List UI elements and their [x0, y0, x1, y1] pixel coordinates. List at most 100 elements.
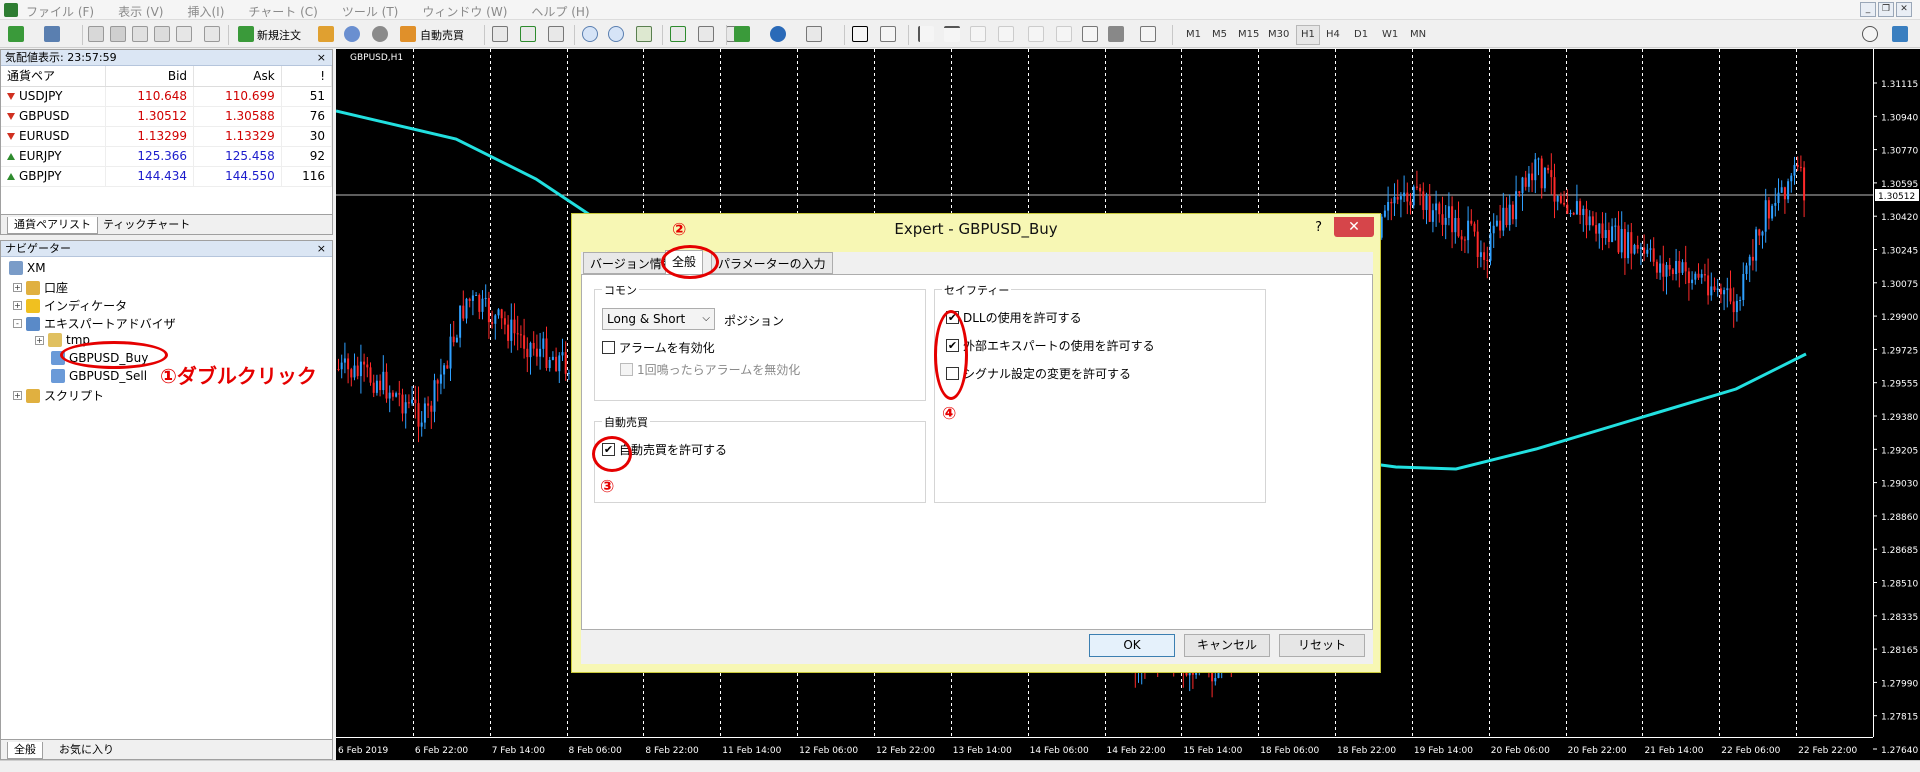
bearish-candle — [1415, 186, 1418, 188]
tab-symbols[interactable]: 通貨ペアリスト — [7, 217, 98, 234]
tab-favorites[interactable]: お気に入り — [53, 742, 120, 758]
dialog-close-button[interactable]: ✕ — [1334, 217, 1374, 237]
new-order-button[interactable]: 新規注文 — [257, 27, 301, 43]
bearish-candle — [417, 403, 420, 427]
nav-expert-sell[interactable]: GBPUSD_Sell — [51, 369, 147, 383]
tab-tick-chart[interactable]: ティックチャート — [97, 217, 196, 233]
fibonacci-icon[interactable] — [1028, 26, 1044, 42]
menu-window[interactable]: ウィンドウ (W) — [422, 3, 507, 20]
menu-file[interactable]: ファイル (F) — [26, 3, 94, 20]
navigator-icon[interactable] — [154, 26, 170, 42]
help-button[interactable]: ? — [1315, 220, 1322, 235]
col-ask[interactable]: Ask — [193, 66, 282, 87]
nav-accounts[interactable]: + 口座 — [13, 279, 68, 296]
menu-chart[interactable]: チャート (C) — [248, 3, 317, 20]
timeframe-m5[interactable]: M5 — [1208, 25, 1231, 45]
periodicity-icon[interactable] — [770, 26, 786, 42]
menu-view[interactable]: 表示 (V) — [118, 3, 163, 20]
reset-button[interactable]: リセット — [1279, 634, 1365, 657]
close-icon[interactable]: × — [317, 241, 326, 257]
allow-signal-settings-checkbox[interactable]: シグナル設定の変更を許可する — [946, 365, 1131, 382]
search-icon[interactable] — [1862, 26, 1878, 42]
new-order-icon[interactable] — [238, 26, 254, 42]
zoom-out-icon[interactable] — [608, 26, 624, 42]
cursor-icon[interactable] — [852, 26, 868, 42]
market-watch-row[interactable]: GBPUSD 1.30512 1.30588 76 — [1, 106, 333, 127]
alarm-enable-checkbox[interactable]: アラームを有効化 — [602, 339, 715, 356]
timeframe-d1[interactable]: D1 — [1350, 25, 1372, 45]
bar-chart-icon[interactable] — [492, 26, 508, 42]
tab-parameters[interactable]: パラメーターの入力 — [711, 252, 833, 274]
trendline-icon[interactable] — [970, 26, 986, 42]
col-spread[interactable]: ! — [281, 66, 333, 87]
chat-icon[interactable] — [1892, 26, 1908, 42]
community-icon[interactable] — [372, 26, 388, 42]
candlestick-icon[interactable] — [520, 26, 536, 42]
market-watch-row[interactable]: GBPJPY 144.434 144.550 116 — [1, 166, 333, 187]
timeframe-m30[interactable]: M30 — [1264, 25, 1293, 45]
tab-common[interactable]: 全般 — [7, 742, 43, 759]
templates-icon[interactable] — [806, 26, 822, 42]
line-chart-icon[interactable] — [548, 26, 564, 42]
text-icon[interactable] — [1056, 26, 1072, 42]
timeframe-w1[interactable]: W1 — [1378, 25, 1402, 45]
cancel-button[interactable]: キャンセル — [1184, 634, 1270, 657]
timeframe-m15[interactable]: M15 — [1234, 25, 1263, 45]
market-watch-row[interactable]: EURJPY 125.366 125.458 92 — [1, 146, 333, 167]
position-select[interactable]: Long & Short ⌵ — [602, 308, 715, 330]
expand-icon[interactable]: + — [35, 335, 44, 345]
bullish-candle — [1723, 290, 1726, 295]
tile-windows-icon[interactable] — [636, 26, 652, 42]
data-window-icon[interactable] — [110, 26, 126, 42]
new-chart-icon[interactable] — [8, 26, 24, 42]
rectangle-icon[interactable] — [1108, 26, 1124, 42]
close-window-button[interactable]: ✕ — [1896, 2, 1912, 17]
nav-indicators[interactable]: + インディケータ — [13, 297, 127, 314]
menu-help[interactable]: ヘルプ (H) — [531, 3, 589, 20]
timeframe-m1[interactable]: M1 — [1182, 25, 1205, 45]
signals-icon[interactable] — [344, 26, 360, 42]
expand-icon[interactable]: + — [13, 391, 22, 400]
profiles-icon[interactable] — [44, 26, 60, 42]
indicators-list-icon[interactable] — [734, 26, 750, 42]
cell-ask: 125.458 — [193, 146, 282, 167]
market-watch-icon[interactable] — [88, 26, 104, 42]
tester-icon[interactable] — [204, 26, 220, 42]
allow-external-experts-checkbox[interactable]: ✔ 外部エキスパートの使用を許可する — [946, 337, 1155, 354]
timeframe-h4[interactable]: H4 — [1322, 25, 1344, 45]
metaeditor-icon[interactable] — [318, 26, 334, 42]
allow-dll-checkbox[interactable]: ✔ DLLの使用を許可する — [946, 309, 1082, 326]
nav-root[interactable]: XM — [9, 261, 46, 275]
nav-experts[interactable]: - エキスパートアドバイザ — [13, 315, 176, 332]
restore-button[interactable]: ❐ — [1878, 2, 1894, 17]
market-watch-row[interactable]: USDJPY 110.648 110.699 51 — [1, 86, 333, 107]
ok-button[interactable]: OK — [1089, 634, 1175, 657]
bearish-candle — [1476, 231, 1479, 257]
col-bid[interactable]: Bid — [105, 66, 195, 87]
timeframe-mn[interactable]: MN — [1406, 25, 1430, 45]
crosshair-icon[interactable] — [132, 26, 148, 42]
crosshair-tool-icon[interactable] — [880, 26, 896, 42]
horizontal-line-icon[interactable] — [944, 26, 960, 42]
auto-trade-icon[interactable] — [400, 26, 416, 42]
autoscroll-icon[interactable] — [698, 26, 714, 42]
arrows-icon[interactable] — [1140, 26, 1156, 42]
timeframe-h1[interactable]: H1 — [1296, 25, 1320, 45]
expand-icon[interactable]: + — [13, 283, 22, 292]
col-symbol[interactable]: 通貨ペア — [1, 66, 107, 87]
expand-icon[interactable]: + — [13, 301, 22, 310]
menu-tools[interactable]: ツール (T) — [342, 3, 399, 20]
chart-shift-icon[interactable] — [670, 26, 686, 42]
equidistant-channel-icon[interactable] — [998, 26, 1014, 42]
zoom-in-icon[interactable] — [582, 26, 598, 42]
terminal-icon[interactable] — [176, 26, 192, 42]
close-icon[interactable]: × — [317, 50, 326, 66]
menu-insert[interactable]: 挿入(I) — [187, 3, 224, 20]
nav-scripts[interactable]: + スクリプト — [13, 387, 104, 404]
minimize-button[interactable]: _ — [1860, 2, 1876, 17]
vertical-line-icon[interactable] — [918, 26, 934, 42]
auto-trade-button[interactable]: 自動売買 — [420, 27, 464, 43]
market-watch-row[interactable]: EURUSD 1.13299 1.13329 30 — [1, 126, 333, 147]
text-label-icon[interactable] — [1082, 26, 1098, 42]
collapse-icon[interactable]: - — [13, 319, 22, 328]
